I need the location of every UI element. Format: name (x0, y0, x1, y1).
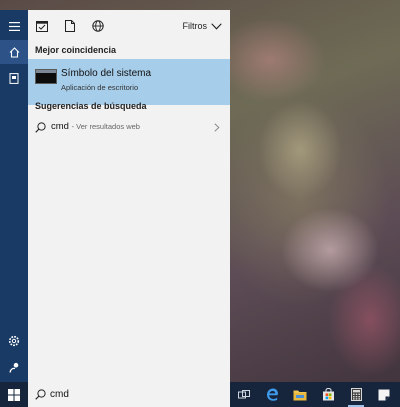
filters-label: Filtros (182, 21, 208, 31)
settings-icon (8, 335, 20, 347)
home-button[interactable] (0, 40, 28, 64)
feedback-button[interactable] (0, 355, 28, 379)
apps-icon (36, 20, 48, 32)
feedback-icon (8, 362, 18, 373)
best-match-subtitle: Aplicación de escritorio (61, 83, 139, 92)
search-suggestion-item[interactable]: cmd - Ver resultados web (28, 117, 230, 137)
search-icon (35, 122, 46, 133)
hamburger-menu-button[interactable] (0, 14, 28, 38)
suggestion-hint: - Ver resultados web (71, 122, 140, 131)
settings-button[interactable] (0, 329, 28, 353)
calculator-icon (350, 388, 362, 401)
edge-button[interactable] (258, 382, 286, 407)
suggestion-query: cmd (51, 121, 69, 132)
file-explorer-button[interactable] (286, 382, 314, 407)
chevron-right-icon (214, 123, 220, 132)
hamburger-icon (8, 21, 20, 31)
best-match-heading: Mejor coincidencia (35, 45, 117, 55)
search-suggestion-text: cmd - Ver resultados web (51, 121, 140, 132)
notebook-button[interactable] (0, 66, 28, 90)
task-view-icon (238, 389, 250, 398)
document-icon (65, 20, 75, 32)
home-icon (9, 46, 19, 58)
apps-filter-button[interactable] (34, 18, 50, 34)
web-icon (92, 20, 104, 32)
web-filter-button[interactable] (90, 18, 106, 34)
start-menu-rail (0, 10, 28, 382)
filters-dropdown[interactable]: Filtros (183, 21, 223, 31)
start-button[interactable] (0, 382, 28, 407)
store-icon (322, 388, 334, 401)
best-match-title: Símbolo del sistema (61, 68, 152, 79)
best-match-result[interactable]: Símbolo del sistema Aplicación de escrit… (28, 59, 230, 105)
search-suggestions-heading: Sugerencias de búsqueda (35, 101, 147, 111)
store-button[interactable] (314, 382, 342, 407)
search-results-panel: Filtros Mejor coincidencia Símbolo del s… (28, 10, 230, 382)
command-prompt-icon (35, 69, 57, 84)
chevron-down-icon (211, 22, 222, 30)
search-input[interactable] (50, 387, 220, 401)
documents-filter-button[interactable] (62, 18, 78, 34)
edge-icon (266, 388, 278, 401)
sticky-notes-button[interactable] (370, 382, 398, 407)
search-icon (35, 389, 46, 400)
file-explorer-icon (293, 390, 307, 400)
taskbar-search-box[interactable] (28, 382, 230, 407)
calculator-button[interactable] (342, 382, 370, 407)
search-toolbar: Filtros (28, 10, 230, 42)
sticky-notes-icon (378, 389, 390, 400)
task-view-button[interactable] (230, 382, 258, 407)
windows-logo-icon (8, 388, 20, 401)
notebook-icon (9, 72, 19, 84)
taskbar (0, 382, 400, 407)
